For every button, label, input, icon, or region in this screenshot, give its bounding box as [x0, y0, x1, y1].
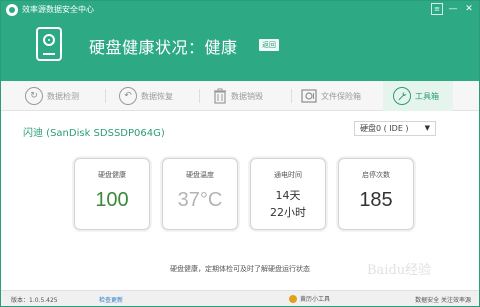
- tab-label: 工具箱: [415, 91, 439, 101]
- safe-icon: [301, 89, 317, 103]
- tab-toolbox[interactable]: 工具箱: [383, 81, 453, 111]
- card-value-hours: 22小时: [270, 206, 306, 219]
- app-title: 效率源数据安全中心: [22, 5, 94, 14]
- follow-link[interactable]: 数据安全 关注效率源: [415, 295, 471, 304]
- card-label: 启停次数: [362, 171, 390, 179]
- tab-label: 数据恢复: [141, 91, 173, 101]
- card-temperature: 硬盘温度 37°C: [162, 158, 238, 230]
- calendar-tool-label: 黄历小工具: [300, 296, 331, 303]
- disk-icon: [36, 27, 62, 61]
- trash-icon: [213, 88, 227, 104]
- health-status-title: 硬盘健康状况：健康: [89, 38, 238, 57]
- tab-data-recovery[interactable]: ↶ 数据恢复: [119, 81, 173, 111]
- window-controls: ≡ — ✕: [431, 3, 475, 15]
- watermark: Baidu经验: [367, 263, 432, 278]
- menu-icon[interactable]: ≡: [431, 3, 443, 15]
- card-value: 37°C: [177, 189, 223, 211]
- card-value-days: 14天: [275, 189, 301, 202]
- header: 效率源数据安全中心 ≡ — ✕ 硬盘健康状况：健康 返回: [1, 1, 479, 81]
- card-power-on-time: 通电时间 14天 22小时: [250, 158, 326, 230]
- card-start-stop-count: 启停次数 185: [338, 158, 414, 230]
- tab-data-check[interactable]: ↻ 数据检测: [25, 81, 79, 111]
- refresh-circle-icon: ↻: [25, 87, 43, 105]
- tab-data-destroy[interactable]: 数据销毁: [213, 81, 263, 111]
- card-label: 通电时间: [274, 171, 302, 179]
- app-logo-icon: [6, 4, 18, 16]
- chevron-down-icon: ▼: [424, 124, 430, 132]
- tab-divider: [105, 89, 106, 103]
- card-health: 硬盘健康 100: [74, 158, 150, 230]
- close-icon[interactable]: ✕: [463, 3, 475, 15]
- tab-label: 数据销毁: [231, 91, 263, 101]
- check-update-link[interactable]: 检查更新: [99, 295, 123, 304]
- calendar-icon: [289, 294, 297, 303]
- card-value: 100: [95, 189, 129, 211]
- tab-divider: [291, 89, 292, 103]
- back-button[interactable]: 返回: [259, 39, 279, 51]
- tab-divider: [199, 89, 200, 103]
- tab-bar: ↻ 数据检测 ↶ 数据恢复 数据销毁 文件保险箱 工具箱: [1, 81, 479, 111]
- card-label: 硬盘健康: [98, 171, 126, 179]
- disk-select[interactable]: 硬盘0 ( IDE ) ▼: [354, 121, 436, 136]
- tab-file-safe[interactable]: 文件保险箱: [301, 81, 361, 111]
- wrench-icon: [393, 87, 411, 105]
- device-name: 闪迪 (SanDisk SDSSDP064G): [23, 128, 165, 139]
- undo-circle-icon: ↶: [119, 87, 137, 105]
- tab-label: 数据检测: [47, 91, 79, 101]
- card-label: 硬盘温度: [186, 171, 214, 179]
- disk-select-value: 硬盘0 ( IDE ): [360, 124, 409, 133]
- status-bar: 版本：1.0.5.425 检查更新 黄历小工具 数据安全 关注效率源: [1, 290, 479, 306]
- app-window: 效率源数据安全中心 ≡ — ✕ 硬盘健康状况：健康 返回 ↻ 数据检测 ↶ 数据…: [0, 0, 480, 307]
- title-bar: 效率源数据安全中心 ≡ — ✕: [1, 1, 479, 19]
- card-value: 185: [359, 189, 393, 211]
- version-text: 版本：1.0.5.425: [11, 297, 58, 304]
- tab-label: 文件保险箱: [321, 91, 361, 101]
- minimize-icon[interactable]: —: [447, 3, 459, 15]
- calendar-tool-button[interactable]: 黄历小工具: [289, 294, 330, 303]
